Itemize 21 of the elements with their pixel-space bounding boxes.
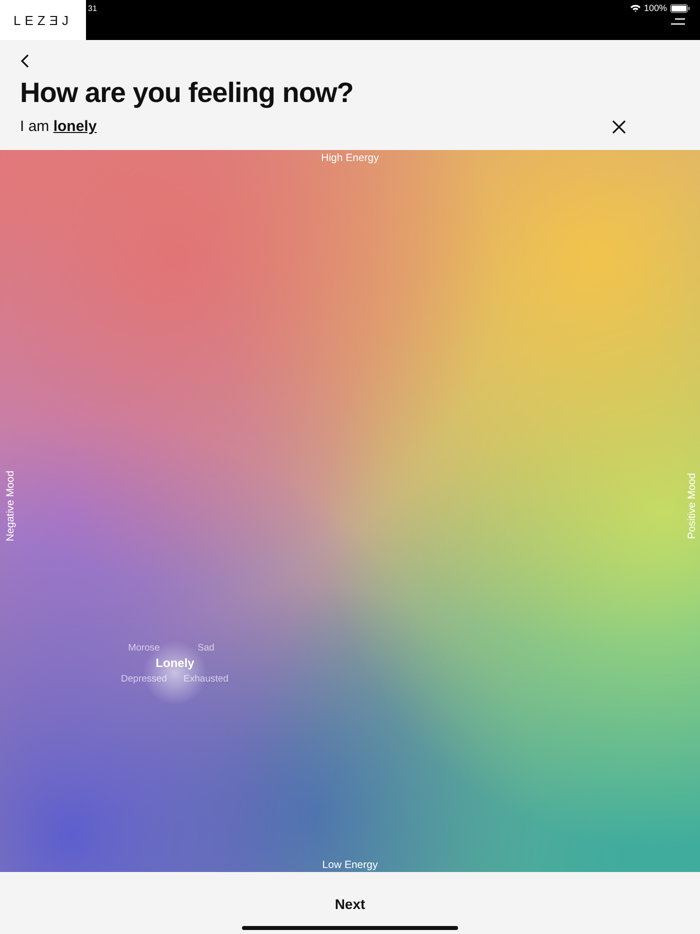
status-time: 31 (88, 4, 97, 13)
axis-label: Low Energy (322, 859, 378, 871)
mood-word[interactable]: Depressed (121, 674, 167, 684)
logo: LEZƎJ (13, 12, 72, 28)
axis-label: Positive Mood (686, 473, 698, 539)
menu-icon[interactable] (671, 18, 685, 25)
battery-percent: 100% (644, 3, 667, 13)
mood-word[interactable]: Lonely (156, 656, 194, 670)
feeling-statement: I am lonely (20, 118, 97, 135)
back-icon[interactable] (20, 54, 30, 68)
axis-label: Negative Mood (4, 470, 16, 542)
mood-word[interactable]: Sad (198, 642, 214, 654)
wifi-icon (630, 4, 641, 12)
close-icon[interactable] (612, 120, 626, 134)
mood-word[interactable]: Morose (128, 642, 160, 654)
next-button[interactable]: Next (324, 892, 376, 916)
mood-map[interactable]: High Energy Low Energy Negative Mood Positive Mood Morose Sad Lonely Depressed Exhausted (0, 150, 700, 872)
battery-icon (670, 4, 690, 12)
mood-word[interactable]: Exhausted (184, 674, 228, 684)
page-title: How are you feeling now? (20, 77, 354, 109)
axis-label: High Energy (321, 152, 379, 164)
